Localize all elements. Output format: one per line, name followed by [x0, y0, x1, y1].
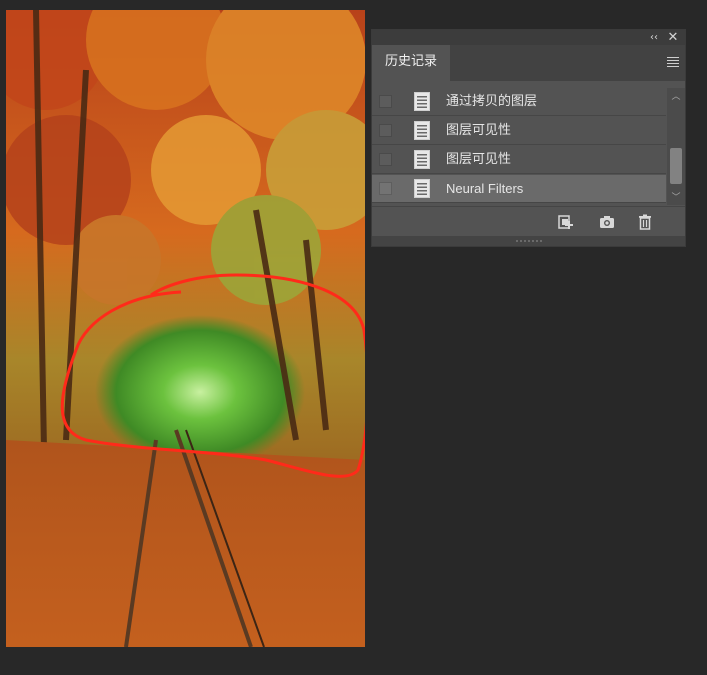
close-icon[interactable]: ✕ — [666, 30, 680, 45]
panel-tab-bar: 历史记录 — [372, 45, 685, 81]
history-row-3[interactable]: 图层可见性 — [372, 146, 666, 174]
history-state-document-icon — [414, 121, 430, 140]
history-row-1[interactable]: 通过拷贝的图层 — [372, 88, 666, 116]
resize-grip-dots — [516, 240, 542, 242]
panel-title-bar[interactable]: ‹‹ ✕ — [372, 30, 685, 45]
collapse-panel-icon[interactable]: ‹‹ — [647, 30, 661, 45]
history-row-label: 图层可见性 — [446, 123, 512, 138]
panel-resize-grip[interactable] — [372, 236, 685, 246]
document-canvas[interactable] — [6, 10, 365, 647]
history-row-label: Neural Filters — [446, 181, 524, 196]
history-brush-source-checkbox[interactable] — [379, 153, 392, 166]
history-row-label: 图层可见性 — [446, 152, 512, 167]
history-row-2[interactable]: 图层可见性 — [372, 117, 666, 145]
photoshop-workspace: ‹‹ ✕ 历史记录 通过拷贝的图层 图层可见性 图层可见性 Neural Fil… — [0, 0, 707, 675]
history-state-document-icon — [414, 179, 430, 198]
history-scrollbar[interactable]: ︿ ﹀ — [667, 88, 685, 205]
hamburger-menu-icon[interactable] — [667, 55, 679, 69]
history-row-4-selected[interactable]: Neural Filters — [372, 175, 666, 203]
history-brush-source-checkbox[interactable] — [379, 124, 392, 137]
trash-icon[interactable] — [636, 213, 654, 231]
canvas-image — [6, 10, 365, 647]
new-document-from-state-icon[interactable] — [556, 213, 574, 231]
history-state-document-icon — [414, 150, 430, 169]
scroll-down-icon[interactable]: ﹀ — [667, 191, 685, 205]
history-brush-source-checkbox[interactable] — [379, 182, 392, 195]
camera-snapshot-icon[interactable] — [598, 213, 616, 231]
history-list: 通过拷贝的图层 图层可见性 图层可见性 Neural Filters — [372, 88, 666, 205]
scroll-up-icon[interactable]: ︿ — [667, 90, 685, 104]
panel-footer — [372, 206, 685, 237]
history-state-document-icon — [414, 92, 430, 111]
history-row-label: 通过拷贝的图层 — [446, 94, 538, 109]
scroll-thumb[interactable] — [670, 148, 682, 184]
history-panel: ‹‹ ✕ 历史记录 通过拷贝的图层 图层可见性 图层可见性 Neural Fil… — [371, 29, 686, 247]
tab-history[interactable]: 历史记录 — [372, 45, 450, 81]
history-brush-source-checkbox[interactable] — [379, 95, 392, 108]
